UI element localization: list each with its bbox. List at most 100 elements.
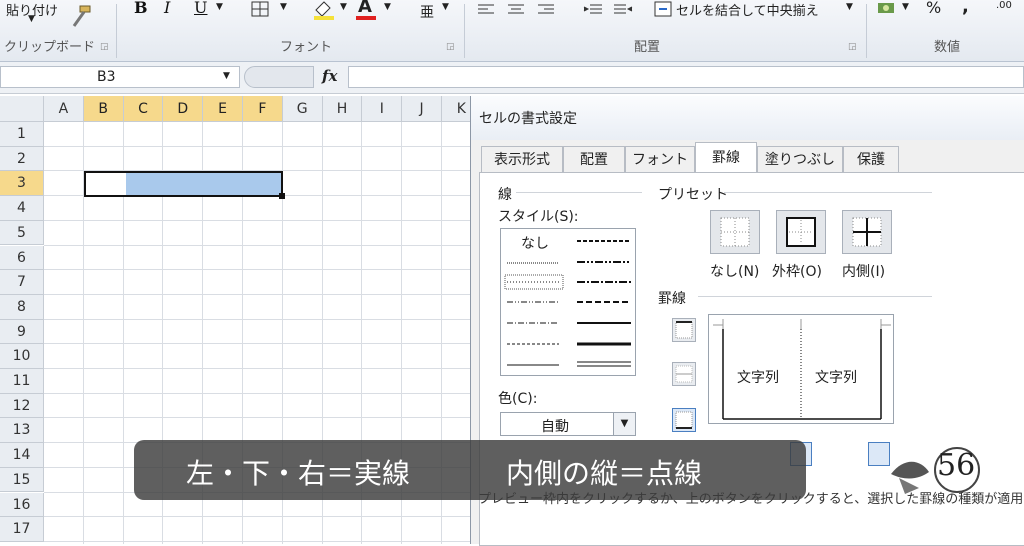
section-divider	[698, 296, 932, 297]
tab-border[interactable]: 罫線	[695, 142, 757, 173]
row-header-17[interactable]: 17	[0, 517, 44, 542]
preset-outline-button[interactable]	[776, 210, 826, 254]
row-header-1[interactable]: 1	[0, 122, 44, 147]
chevron-down-icon[interactable]: ▼	[28, 14, 35, 24]
merge-icon[interactable]	[654, 0, 672, 18]
tab-protection[interactable]: 保護	[843, 146, 899, 172]
column-header-j[interactable]: J	[402, 96, 442, 122]
fill-color-icon[interactable]	[312, 0, 336, 20]
merge-center-button[interactable]: セルを結合して中央揃え	[676, 0, 819, 19]
border-section-label: 罫線	[658, 291, 686, 307]
tab-alignment[interactable]: 配置	[563, 146, 625, 172]
border-preview[interactable]: 文字列 文字列	[708, 314, 894, 424]
fill-handle[interactable]	[278, 193, 285, 200]
tab-fill[interactable]: 塗りつぶし	[757, 146, 843, 172]
row-header-5[interactable]: 5	[0, 220, 44, 246]
column-header-h[interactable]: H	[322, 96, 363, 122]
bold-button[interactable]: B	[134, 0, 148, 17]
comma-button[interactable]: ,	[962, 0, 969, 17]
preset-none-button[interactable]	[710, 210, 760, 254]
column-header-a[interactable]: A	[44, 96, 84, 122]
italic-button[interactable]: I	[164, 0, 170, 17]
gridline	[44, 516, 470, 518]
row-header-9[interactable]: 9	[0, 319, 44, 345]
preview-text-left: 文字列	[737, 370, 779, 386]
group-divider	[116, 4, 117, 58]
chevron-down-icon[interactable]: ▼	[280, 2, 287, 12]
border-icon[interactable]	[250, 0, 272, 18]
underline-button[interactable]: U	[194, 0, 207, 17]
border-bottom-icon	[675, 411, 693, 429]
row-header-11[interactable]: 11	[0, 369, 44, 394]
gridline	[44, 145, 470, 147]
row-header-10[interactable]: 10	[0, 344, 44, 369]
chevron-down-icon[interactable]: ▼	[846, 2, 853, 12]
tab-font[interactable]: フォント	[625, 146, 695, 172]
indent-icons[interactable]	[582, 2, 634, 18]
column-header-k[interactable]: K	[442, 96, 470, 122]
column-header-f[interactable]: F	[243, 96, 283, 122]
chevron-down-icon[interactable]: ▼	[613, 413, 635, 435]
row-header-4[interactable]: 4	[0, 196, 44, 221]
row-header-3[interactable]: 3	[0, 171, 44, 197]
name-box-value: B3	[97, 69, 116, 85]
dialog-launcher-icon[interactable]: ◲	[848, 42, 857, 52]
line-style-samples[interactable]	[501, 229, 637, 377]
row-header-13[interactable]: 13	[0, 418, 44, 444]
gridline	[44, 244, 470, 246]
group-label-clipboard: クリップボード	[4, 40, 96, 55]
dialog-launcher-icon[interactable]: ◲	[100, 42, 109, 52]
phonetic-icon[interactable]: 亜	[420, 2, 434, 22]
preset-inside-button[interactable]	[842, 210, 892, 254]
formula-input[interactable]	[348, 66, 1024, 88]
column-header-i[interactable]: I	[362, 96, 403, 122]
row-header-16[interactable]: 16	[0, 492, 44, 518]
font-color-icon[interactable]: A	[358, 0, 372, 17]
row-header-2[interactable]: 2	[0, 146, 44, 172]
ribbon: 貼り付け ▼ クリップボード ◲ B I U ▼ ▼ ▼ A ▼ 亜 ▼ フォン…	[0, 0, 1024, 62]
column-header-e[interactable]: E	[203, 96, 243, 122]
chevron-down-icon[interactable]: ▼	[902, 2, 909, 12]
currency-icon[interactable]	[876, 0, 898, 18]
align-icons[interactable]	[476, 2, 556, 18]
preset-none-label: なし(N)	[710, 264, 760, 280]
row-header-12[interactable]: 12	[0, 393, 44, 419]
column-header-d[interactable]: D	[163, 96, 204, 122]
border-top-button[interactable]	[672, 318, 696, 342]
group-divider	[866, 4, 867, 58]
selected-range-b3-f3[interactable]	[83, 171, 283, 198]
border-top-icon	[675, 321, 693, 339]
chevron-down-icon[interactable]: ▼	[384, 2, 391, 12]
chevron-down-icon[interactable]: ▼	[442, 2, 449, 12]
insert-function-button[interactable]: fx	[322, 67, 337, 85]
format-painter-icon[interactable]	[66, 4, 94, 30]
row-header-6[interactable]: 6	[0, 245, 44, 271]
row-header-14[interactable]: 14	[0, 443, 44, 468]
row-header-8[interactable]: 8	[0, 294, 44, 320]
chevron-down-icon[interactable]: ▼	[223, 71, 230, 81]
preset-none-icon	[720, 217, 750, 247]
border-bottom-button[interactable]	[672, 408, 696, 432]
row-header-7[interactable]: 7	[0, 270, 44, 295]
column-header-g[interactable]: G	[282, 96, 323, 122]
section-divider	[724, 192, 932, 193]
increase-decimal-icon[interactable]: .00	[996, 0, 1012, 11]
column-header-b[interactable]: B	[83, 96, 124, 122]
chevron-down-icon[interactable]: ▼	[340, 2, 347, 12]
percent-button[interactable]: %	[926, 0, 941, 17]
chevron-down-icon[interactable]: ▼	[216, 2, 223, 12]
tab-number-format[interactable]: 表示形式	[481, 146, 563, 172]
line-style-list[interactable]: なし	[500, 228, 636, 376]
color-select[interactable]: 自動 ▼	[500, 412, 636, 436]
select-all-corner[interactable]	[0, 96, 44, 122]
dialog-title: セルの書式設定	[479, 111, 577, 127]
preset-inside-icon	[852, 217, 882, 247]
formula-bar-splitter[interactable]	[244, 66, 314, 88]
border-inside-horizontal-button[interactable]	[672, 362, 696, 386]
column-header-c[interactable]: C	[123, 96, 164, 122]
name-box[interactable]: B3 ▼	[0, 66, 240, 88]
dialog-launcher-icon[interactable]: ◲	[446, 42, 455, 52]
font-color-swatch	[356, 16, 376, 20]
dialog-title-bar[interactable]: セルの書式設定	[471, 96, 1024, 140]
row-header-15[interactable]: 15	[0, 467, 44, 493]
